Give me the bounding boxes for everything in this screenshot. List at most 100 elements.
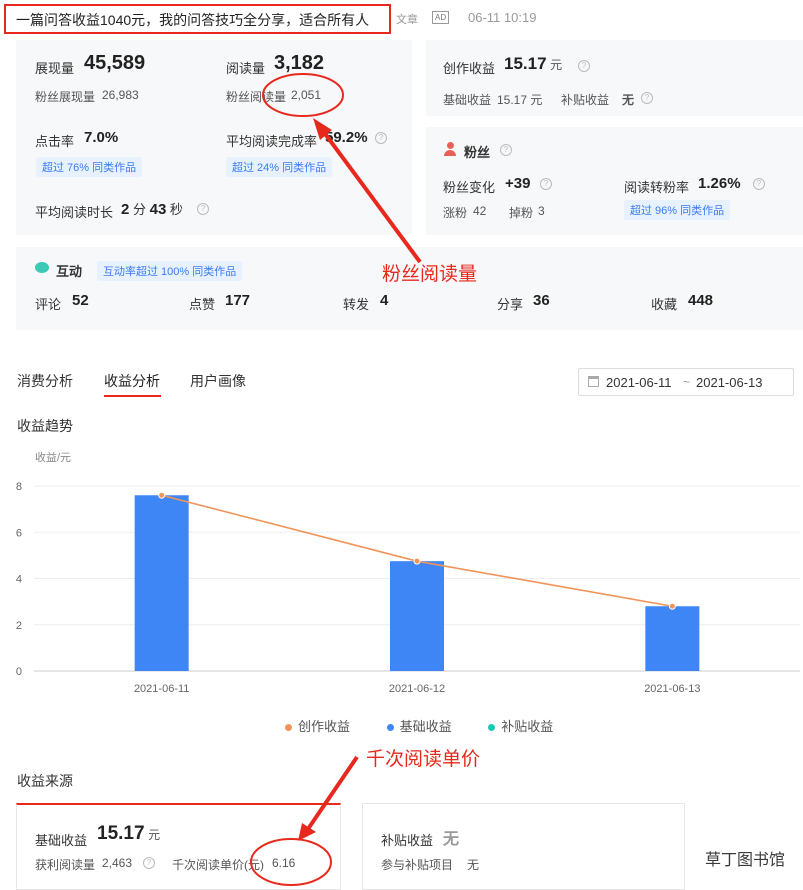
y-tick-label: 8 bbox=[16, 481, 22, 493]
ctr-label: 点击率 bbox=[35, 134, 75, 149]
source-subsidy-items-value: 无 bbox=[467, 858, 480, 872]
publish-time: 06-11 10:19 bbox=[468, 10, 537, 25]
subsidy-income-value: 无 bbox=[622, 93, 635, 107]
calendar-icon bbox=[588, 376, 599, 387]
repost-value: 4 bbox=[380, 292, 389, 309]
tab-income[interactable]: 收益分析 bbox=[104, 371, 160, 391]
source-base-label: 基础收益 bbox=[35, 833, 88, 848]
ctr-tag: 超过 76% 同类作品 bbox=[36, 157, 143, 177]
share-value: 36 bbox=[533, 292, 550, 309]
fan-impressions-label: 粉丝展现量 bbox=[35, 90, 96, 104]
tab-user-profile[interactable]: 用户画像 bbox=[190, 371, 246, 391]
article-type-badge: 文章 bbox=[396, 14, 418, 26]
point-creation-income bbox=[413, 557, 421, 565]
article-title[interactable]: 一篇问答收益1040元，我的问答技巧全分享，适合所有人 bbox=[16, 10, 369, 30]
point-creation-income bbox=[158, 491, 166, 499]
comment-value: 52 bbox=[72, 292, 89, 309]
date-sep: ~ bbox=[683, 375, 691, 389]
fan-loss-label: 掉粉 bbox=[509, 206, 534, 220]
legend-creation-dot bbox=[285, 724, 292, 732]
conv-tag: 超过 96% 同类作品 bbox=[624, 200, 731, 220]
source-subsidy-value: 无 bbox=[443, 831, 460, 848]
chart-legend: 创作收益 基础收益 补贴收益 bbox=[285, 716, 553, 735]
income-trend-chart: 0 2 4 6 8 2021-06-11 2021-06-12 2021-06-13 bbox=[16, 481, 800, 695]
completion-tag: 超过 24% 同类作品 bbox=[226, 157, 333, 177]
fan-loss-value: 3 bbox=[538, 204, 545, 218]
bar-base-income bbox=[645, 606, 700, 671]
income-info-icon[interactable]: ? bbox=[578, 60, 590, 72]
like-label: 点赞 bbox=[189, 297, 216, 312]
fan-gain-label: 涨粉 bbox=[443, 206, 468, 220]
interaction-title: 互动 bbox=[56, 264, 83, 279]
interaction-tag: 互动率超过 100% 同类作品 bbox=[97, 261, 243, 281]
like-value: 177 bbox=[225, 292, 251, 309]
legend-creation: 创作收益 bbox=[298, 719, 351, 734]
favorite-label: 收藏 bbox=[651, 297, 678, 312]
trend-title: 收益趋势 bbox=[17, 418, 73, 434]
repost-label: 转发 bbox=[343, 297, 370, 312]
legend-base: 基础收益 bbox=[399, 719, 452, 734]
x-tick-label: 2021-06-12 bbox=[389, 683, 445, 695]
sec-unit: 秒 bbox=[169, 202, 183, 217]
fans-info-icon[interactable]: ? bbox=[500, 144, 512, 156]
source-title: 收益来源 bbox=[17, 773, 73, 789]
reads-label: 阅读量 bbox=[226, 61, 266, 76]
tab-income-underline bbox=[104, 395, 161, 397]
legend-subsidy-dot bbox=[488, 724, 496, 732]
annotation-cpm: 千次阅读单价 bbox=[366, 749, 481, 770]
conv-info-icon[interactable]: ? bbox=[753, 178, 765, 190]
source-subsidy-label: 补贴收益 bbox=[381, 833, 434, 848]
chat-bubble-icon bbox=[35, 262, 49, 273]
ad-icon: AD bbox=[432, 11, 450, 24]
source-base-value: 15.17 bbox=[97, 823, 145, 844]
ctr-value: 7.0% bbox=[84, 129, 119, 146]
base-income-value: 15.17 元 bbox=[497, 93, 543, 107]
watermark: 草丁图书馆 bbox=[705, 852, 786, 869]
bar-base-income bbox=[390, 561, 444, 671]
fans-person-icon bbox=[444, 142, 456, 156]
x-tick-label: 2021-06-13 bbox=[644, 683, 700, 695]
source-cpm-value: 6.16 bbox=[272, 856, 296, 870]
fan-gain-value: 42 bbox=[473, 204, 487, 218]
completion-value: 59.2% bbox=[325, 129, 368, 146]
source-base-unit: 元 bbox=[148, 828, 161, 842]
comment-label: 评论 bbox=[35, 297, 62, 312]
source-reads-label: 获利阅读量 bbox=[35, 858, 96, 872]
avg-time-label: 平均阅读时长 bbox=[35, 205, 114, 220]
income-value: 15.17 bbox=[504, 54, 547, 73]
avg-time-min: 2 bbox=[121, 201, 130, 218]
subsidy-info-icon[interactable]: ? bbox=[641, 92, 653, 104]
y-tick-label: 2 bbox=[16, 620, 22, 632]
income-label: 创作收益 bbox=[443, 61, 496, 76]
fan-change-value: +39 bbox=[505, 175, 531, 192]
source-reads-info-icon[interactable]: ? bbox=[143, 857, 155, 869]
tab-consumption[interactable]: 消费分析 bbox=[17, 371, 73, 391]
reads-value: 3,182 bbox=[274, 52, 325, 74]
legend-base-dot bbox=[386, 724, 394, 732]
impressions-value: 45,589 bbox=[84, 52, 146, 74]
y-tick-label: 4 bbox=[16, 574, 22, 586]
favorite-value: 448 bbox=[688, 292, 714, 309]
legend-subsidy: 补贴收益 bbox=[501, 719, 554, 734]
source-subsidy-items-label: 参与补贴项目 bbox=[381, 858, 454, 872]
income-unit: 元 bbox=[550, 58, 563, 72]
x-tick-label: 2021-06-11 bbox=[134, 683, 189, 695]
source-reads-value: 2,463 bbox=[102, 856, 133, 870]
fan-change-label: 粉丝变化 bbox=[443, 180, 496, 195]
share-label: 分享 bbox=[497, 297, 524, 312]
fans-title: 粉丝 bbox=[464, 145, 491, 160]
avg-time-value: 2 分 43 秒 bbox=[121, 199, 183, 218]
completion-label: 平均阅读完成率 bbox=[226, 134, 318, 149]
fan-change-info-icon[interactable]: ? bbox=[540, 178, 552, 190]
conv-label: 阅读转粉率 bbox=[624, 180, 690, 195]
annotation-fan-reads: 粉丝阅读量 bbox=[382, 264, 478, 285]
bar-base-income bbox=[134, 495, 189, 671]
fan-impressions-value: 26,983 bbox=[102, 88, 139, 102]
y-tick-label: 0 bbox=[16, 666, 22, 678]
base-income-label: 基础收益 bbox=[443, 93, 492, 107]
impressions-label: 展现量 bbox=[35, 61, 75, 76]
avg-time-info-icon[interactable]: ? bbox=[197, 203, 209, 215]
fan-reads-value: 2,051 bbox=[291, 88, 322, 102]
completion-info-icon[interactable]: ? bbox=[375, 132, 387, 144]
income-value-row: 15.17 元 bbox=[504, 54, 562, 74]
